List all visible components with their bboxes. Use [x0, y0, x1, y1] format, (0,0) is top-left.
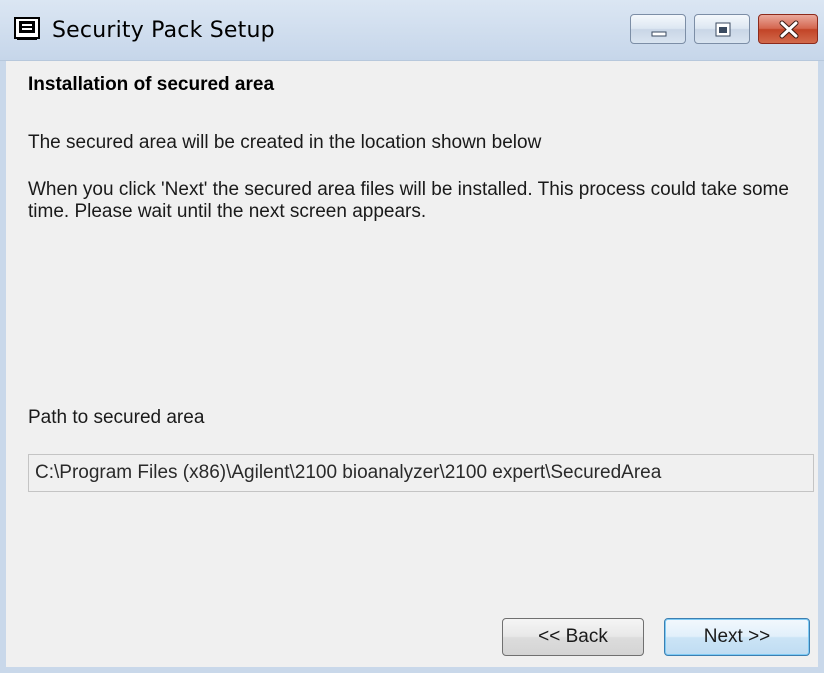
page-heading: Installation of secured area: [28, 74, 275, 95]
location-description: The secured area will be created in the …: [28, 132, 542, 153]
maximize-button[interactable]: [694, 14, 750, 44]
dialog-content: Installation of secured area The secured…: [6, 61, 818, 667]
install-instructions: When you click 'Next' the secured area f…: [28, 179, 789, 222]
minimize-button[interactable]: [630, 14, 686, 44]
path-label: Path to secured area: [28, 407, 205, 428]
app-window-icon[interactable]: [14, 17, 40, 41]
close-icon: [779, 20, 799, 39]
back-button[interactable]: << Back: [502, 618, 644, 656]
close-button[interactable]: [758, 14, 818, 44]
next-button[interactable]: Next >>: [664, 618, 810, 656]
minimize-icon: [651, 31, 667, 37]
setup-window: Security Pack Setup Installation of secu…: [0, 0, 824, 673]
secured-area-path-field[interactable]: [28, 454, 814, 492]
window-title: Security Pack Setup: [52, 18, 275, 43]
maximize-icon: [715, 22, 731, 37]
title-bar[interactable]: Security Pack Setup: [0, 0, 824, 61]
